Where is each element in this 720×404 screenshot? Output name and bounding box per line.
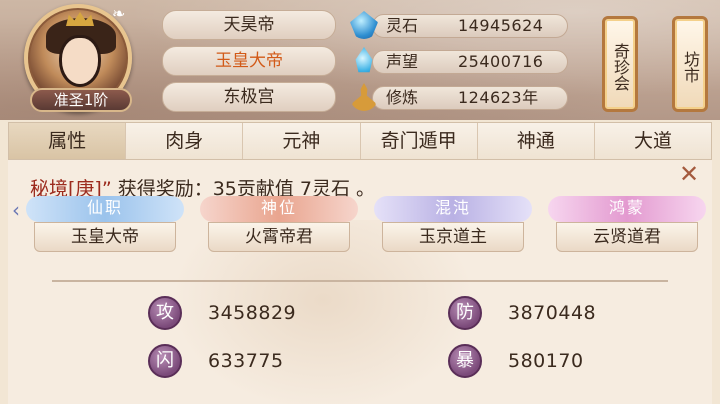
stat-defense: 防 3870448 [448,296,688,330]
player-header: ❧ 准圣1阶 天昊帝 玉皇大帝 东极宫 灵石 14945624 声望 25400… [0,0,720,120]
title-cards: 仙职 玉皇大帝 神位 火霄帝君 混沌 玉京道主 鸿蒙 云贤道君 [26,196,710,258]
tab-divine-skills[interactable]: 神通 [478,123,595,159]
title-slot-1[interactable]: 天昊帝 [162,10,336,40]
tab-great-dao[interactable]: 大道 [595,123,711,159]
title-slot-2[interactable]: 玉皇大帝 [162,46,336,76]
title-card-category: 鸿蒙 [548,196,706,222]
resource-spirit-stone: 灵石 14945624 [350,10,568,40]
title-slot-3[interactable]: 东极宫 [162,82,336,112]
avatar-face [62,38,98,84]
resource-value: 124623年 [458,88,539,107]
stat-value: 633775 [208,350,284,372]
left-arrow-icon[interactable]: ‹ [12,198,26,222]
tab-qimen[interactable]: 奇门遁甲 [361,123,478,159]
critical-badge-icon: 暴 [448,344,482,378]
title-card-value: 玉皇大帝 [34,222,176,252]
butterfly-icon: ❧ [112,4,126,23]
dodge-badge-icon: 闪 [148,344,182,378]
stat-value: 580170 [508,350,584,372]
title-card-hongmeng[interactable]: 鸿蒙 云贤道君 [548,196,706,256]
title-card-category: 仙职 [26,196,184,222]
title-card-value: 火霄帝君 [208,222,350,252]
spirit-stone-icon [350,11,378,39]
section-divider [52,280,668,282]
stat-attack: 攻 3458829 [148,296,388,330]
defense-badge-icon: 防 [448,296,482,330]
resource-label: 灵石 [386,16,419,35]
tab-attributes[interactable]: 属性 [9,123,127,159]
rank-badge: 准圣1阶 [30,88,132,112]
title-card-divine-rank[interactable]: 神位 火霄帝君 [200,196,358,256]
title-card-category: 神位 [200,196,358,222]
resource-value: 14945624 [458,16,544,35]
treasure-fair-button[interactable]: 奇珍会 [602,16,638,112]
title-card-value: 玉京道主 [382,222,524,252]
title-card-immortal-post[interactable]: 仙职 玉皇大帝 [26,196,184,256]
resource-value: 25400716 [458,52,544,71]
stat-value: 3458829 [208,302,297,324]
title-card-chaos[interactable]: 混沌 玉京道主 [374,196,532,256]
stat-dodge: 闪 633775 [148,344,388,378]
resource-label: 修炼 [386,88,419,107]
resource-cultivation: 修炼 124623年 [350,82,568,112]
resource-label: 声望 [386,52,419,71]
market-button[interactable]: 坊市 [672,16,708,112]
attack-badge-icon: 攻 [148,296,182,330]
stat-critical: 暴 580170 [448,344,688,378]
tab-spirit[interactable]: 元神 [243,123,361,159]
avatar-crown [66,12,94,26]
title-card-value: 云贤道君 [556,222,698,252]
resource-prestige: 声望 25400716 [350,46,568,76]
title-card-category: 混沌 [374,196,532,222]
stat-value: 3870448 [508,302,597,324]
tab-bar: 属性 肉身 元神 奇门遁甲 神通 大道 [8,122,712,160]
tab-body[interactable]: 肉身 [126,123,244,159]
close-icon[interactable]: ✕ [676,162,702,188]
attributes-panel: 秘境[庚]” 获得奖励：35贡献值 7灵石 。 ✕ ‹ › 仙职 玉皇大帝 神位… [8,160,712,404]
